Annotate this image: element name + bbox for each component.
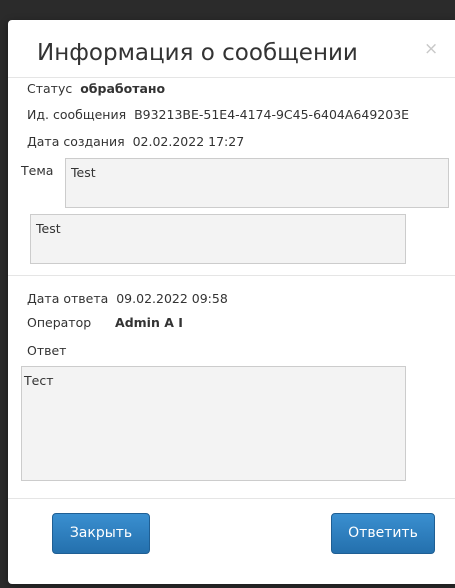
status-row: Статус обработано (27, 81, 165, 96)
section-divider (8, 275, 455, 276)
created-row: Дата создания 02.02.2022 17:27 (27, 134, 244, 149)
reply-date-label: Дата ответа (27, 291, 109, 306)
dialog-title: Информация о сообщении (37, 40, 358, 66)
operator-value: Admin A I (115, 315, 183, 330)
footer-divider (8, 498, 455, 499)
answer-field[interactable]: Тест (21, 366, 406, 481)
reply-date-row: Дата ответа 09.02.2022 09:58 (27, 291, 228, 306)
message-id-row: Ид. сообщения B93213BE-51E4-4174-9C45-64… (27, 107, 409, 122)
message-info-dialog: Информация о сообщении × Статус обработа… (8, 20, 455, 584)
operator-row: Оператор Admin A I (27, 315, 183, 330)
message-id-value: B93213BE-51E4-4174-9C45-6404A649203E (134, 107, 410, 122)
reply-button[interactable]: Ответить (331, 513, 435, 554)
close-icon[interactable]: × (424, 39, 438, 59)
operator-label: Оператор (27, 315, 92, 330)
reply-date-value: 09.02.2022 09:58 (116, 291, 228, 306)
created-value: 02.02.2022 17:27 (132, 134, 245, 149)
answer-label: Ответ (27, 343, 67, 358)
message-body-field[interactable]: Test (30, 214, 406, 264)
status-value: обработано (80, 81, 166, 96)
close-button[interactable]: Закрыть (52, 513, 150, 554)
status-label: Статус (27, 81, 73, 96)
subject-label: Тема (21, 163, 54, 178)
message-id-label: Ид. сообщения (27, 107, 127, 122)
header-divider (8, 77, 455, 78)
created-label: Дата создания (27, 134, 125, 149)
subject-field[interactable]: Test (65, 158, 449, 208)
